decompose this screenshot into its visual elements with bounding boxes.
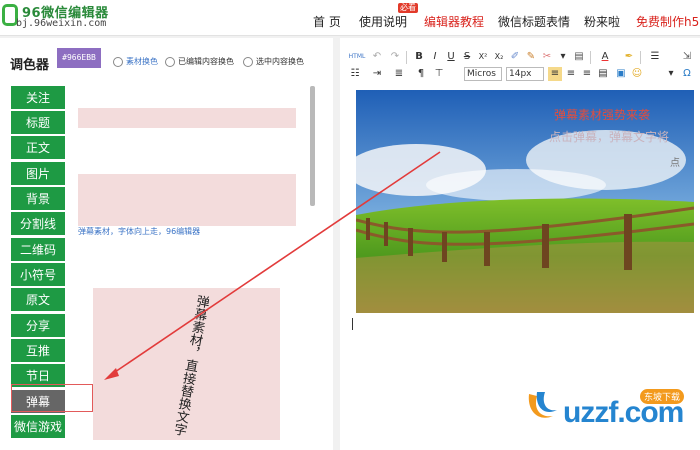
category-share[interactable]: 分享 — [11, 314, 65, 338]
image-tail-text: 点 — [670, 158, 680, 169]
format-brush-icon[interactable]: ✎ — [524, 50, 538, 64]
category-body[interactable]: 正文 — [11, 136, 65, 160]
radio-selected-recolor[interactable]: 选中内容换色 — [243, 56, 304, 67]
radio-material-recolor[interactable]: 素材换色 — [113, 56, 158, 67]
toolbar-divider — [590, 51, 591, 64]
font-color-button[interactable]: A — [598, 50, 612, 64]
watermark-badge: 东坡下载 — [640, 389, 685, 404]
clear-format-icon[interactable]: ✐ — [508, 50, 522, 64]
underline-button[interactable]: U — [444, 50, 458, 64]
list-icon[interactable]: ☷ — [348, 67, 362, 81]
nav-tutorial[interactable]: 编辑器教程 — [424, 13, 484, 30]
line-height-icon[interactable]: ☰ — [648, 50, 662, 64]
radio-label: 已编辑内容换色 — [178, 57, 234, 66]
uzzf-logo-icon — [523, 386, 563, 426]
image-icon[interactable]: ▣ — [614, 67, 628, 81]
bold-button[interactable]: B — [412, 50, 426, 64]
category-symbol[interactable]: 小符号 — [11, 263, 65, 287]
image-subtitle-text: 点击弹幕，弹幕文字将 — [549, 130, 670, 144]
justify-icon[interactable]: ▤ — [596, 67, 610, 81]
radio-label: 素材换色 — [126, 57, 158, 66]
special-char-button[interactable]: Ω — [680, 67, 694, 81]
font-size-select[interactable]: 14px — [506, 67, 544, 81]
expand-icon[interactable]: ⇲ — [680, 50, 694, 64]
landscape-image[interactable] — [356, 90, 694, 313]
category-divider[interactable]: 分割线 — [11, 212, 65, 236]
more-icon[interactable]: ▾ — [664, 67, 678, 81]
dropdown-icon[interactable]: ▾ — [556, 50, 570, 64]
highlight-icon[interactable]: ✒ — [622, 50, 636, 64]
italic-button[interactable]: I — [428, 50, 442, 64]
align-center-icon[interactable]: ≡ — [564, 67, 578, 81]
nav-fans[interactable]: 粉来啦 — [584, 13, 620, 30]
align-icon[interactable]: ≣ — [392, 67, 406, 81]
nav-h5[interactable]: 免费制作h5游 — [636, 13, 700, 30]
radio-icon — [113, 56, 123, 67]
undo-icon[interactable]: ↶ — [370, 50, 384, 64]
material-caption: 弹幕素材，字体向上走，96编辑器 — [78, 227, 201, 236]
subscript-button[interactable]: X₂ — [492, 50, 506, 64]
text-style-icon[interactable]: ⊤ — [432, 67, 446, 81]
paint-icon[interactable]: ✂ — [540, 50, 554, 64]
align-left-icon[interactable]: ≡ — [548, 67, 562, 81]
nav-usage[interactable]: 使用说明 — [359, 13, 407, 30]
paragraph-icon[interactable]: ¶ — [414, 67, 428, 81]
html-source-button[interactable]: HTML — [348, 50, 366, 64]
material-sample-bar[interactable] — [78, 108, 296, 128]
category-wechat-game[interactable]: 微信游戏 — [11, 415, 65, 439]
emoji-button[interactable]: ☺ — [630, 67, 644, 81]
toolbar-divider — [406, 51, 407, 64]
site-logo[interactable]: 96微信编辑器 bj.96weixin.com — [2, 2, 132, 32]
align-right-icon[interactable]: ≡ — [580, 67, 594, 81]
category-title[interactable]: 标题 — [11, 111, 65, 135]
radio-icon — [165, 56, 175, 67]
table-icon[interactable]: ▤ — [572, 50, 586, 64]
preview-scrollbar[interactable] — [310, 86, 315, 206]
toolbar-divider — [640, 51, 641, 64]
nav-home[interactable]: 首 页 — [313, 13, 341, 30]
image-title-text: 弹幕素材强势来袭 — [554, 108, 651, 122]
font-family-select[interactable]: Micros — [464, 67, 502, 81]
superscript-button[interactable]: X² — [476, 50, 490, 64]
text-cursor — [352, 318, 353, 330]
logo-url: bj.96weixin.com — [16, 18, 107, 29]
nav-title-emoji[interactable]: 微信标题表情 — [498, 13, 570, 30]
landscape-svg — [356, 90, 694, 313]
must-read-badge: 必看 — [398, 3, 418, 13]
top-header: 96微信编辑器 bj.96weixin.com 首 页 使用说明 必看 编辑器教… — [0, 0, 700, 36]
redo-icon[interactable]: ↷ — [388, 50, 402, 64]
category-follow[interactable]: 关注 — [11, 86, 65, 110]
category-background[interactable]: 背景 — [11, 187, 65, 211]
danmu-highlight-box — [11, 384, 93, 412]
radio-icon — [243, 56, 253, 67]
strikethrough-button[interactable]: S — [460, 50, 474, 64]
category-qrcode[interactable]: 二维码 — [11, 238, 65, 262]
category-original[interactable]: 原文 — [11, 288, 65, 312]
material-sample-box[interactable] — [78, 174, 296, 226]
color-swatch[interactable]: #966EBB — [57, 48, 101, 68]
indent-icon[interactable]: ⇥ — [370, 67, 384, 81]
radio-label: 选中内容换色 — [256, 57, 304, 66]
editor-toolbar: HTML ↶ ↷ B I U S X² X₂ ✐ ✎ ✂ ▾ ▤ A ✒ ☰ ⇲… — [340, 48, 700, 84]
radio-edited-recolor[interactable]: 已编辑内容换色 — [165, 56, 234, 67]
category-promote[interactable]: 互推 — [11, 339, 65, 363]
category-image[interactable]: 图片 — [11, 162, 65, 186]
palette-title: 调色器 — [10, 58, 50, 73]
